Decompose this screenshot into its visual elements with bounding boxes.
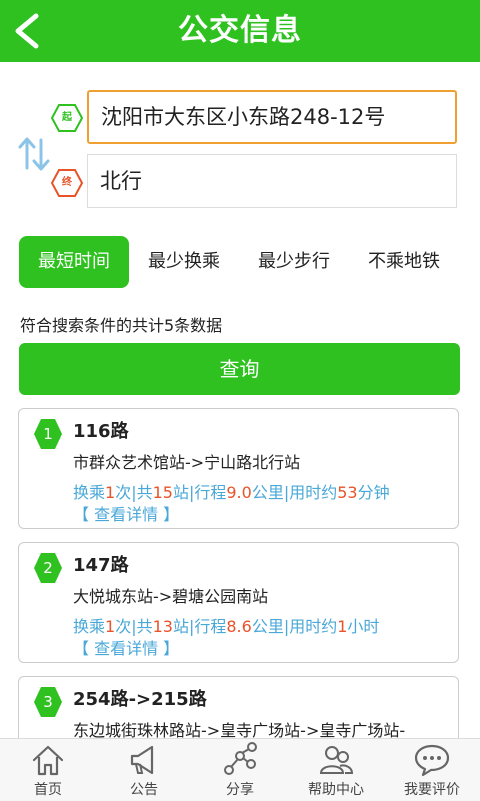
station-count: 13 — [152, 617, 173, 636]
route-name: 147路 — [73, 555, 129, 576]
option-least-walking[interactable]: 最少步行 — [239, 236, 349, 288]
end-location-input[interactable]: 北行 — [87, 154, 457, 208]
distance-label: 站|行程 — [172, 617, 227, 636]
result-index-badge: 2 — [33, 552, 63, 584]
home-icon — [32, 745, 64, 776]
tab-help-center[interactable]: 帮助中心 — [288, 739, 384, 801]
distance-value: 9.0 — [226, 483, 252, 502]
result-count: 符合搜索条件的共计5条数据 — [20, 316, 223, 335]
swap-button[interactable] — [16, 134, 52, 174]
transfer-label: 换乘 — [73, 483, 106, 502]
tab-share[interactable]: 分享 — [192, 739, 288, 801]
distance-label: 站|行程 — [172, 483, 227, 502]
result-item[interactable]: 1 116路 市群众艺术馆站->宁山路北行站 换乘1次|共15站|行程9.0公里… — [18, 408, 459, 529]
tab-label: 公告 — [130, 782, 158, 798]
time-unit: 分钟 — [357, 483, 390, 502]
station-count: 15 — [152, 483, 173, 502]
result-index-badge: 3 — [33, 686, 63, 718]
tab-label: 分享 — [226, 782, 254, 798]
time-unit: 小时 — [347, 617, 380, 636]
route-name: 116路 — [73, 421, 129, 442]
bottom-tab-bar: 首页 公告 分享 帮助中心 我要评价 — [0, 738, 480, 801]
tab-label: 帮助中心 — [308, 782, 364, 798]
view-details-link[interactable]: 【 查看详情 】 — [73, 635, 179, 659]
time-value: 53 — [337, 483, 358, 502]
result-index: 1 — [43, 425, 53, 443]
share-icon — [224, 742, 257, 775]
view-details-link[interactable]: 【 查看详情 】 — [73, 501, 179, 525]
route-summary: 换乘1次|共15站|行程9.0公里|用时约53分钟 — [73, 479, 390, 503]
option-fewest-transfers[interactable]: 最少换乘 — [129, 236, 239, 288]
tab-review[interactable]: 我要评价 — [384, 739, 480, 801]
route-summary: 换乘1次|共13站|行程8.6公里|用时约1小时 — [73, 613, 379, 637]
option-shortest-time[interactable]: 最短时间 — [19, 236, 129, 288]
transfer-count: 1 — [105, 617, 116, 636]
swap-icon — [18, 137, 50, 171]
transfer-count: 1 — [105, 483, 116, 502]
route-stops: 市群众艺术馆站->宁山路北行站 — [73, 453, 301, 472]
tab-home[interactable]: 首页 — [0, 739, 96, 801]
query-button[interactable]: 查询 — [19, 343, 460, 395]
distance-value: 8.6 — [226, 617, 252, 636]
stations-label: 次|共 — [115, 617, 153, 636]
megaphone-icon — [130, 745, 154, 775]
result-index-badge: 1 — [33, 418, 63, 450]
start-tag: 起 — [62, 112, 72, 123]
result-index: 2 — [43, 559, 53, 577]
help-center-icon — [319, 746, 354, 774]
page-title: 公交信息 — [178, 13, 302, 48]
tab-label: 我要评价 — [404, 782, 460, 798]
start-marker-icon: 起 — [51, 103, 83, 133]
result-index: 3 — [43, 693, 53, 711]
end-tag: 终 — [62, 177, 72, 188]
time-value: 1 — [337, 617, 348, 636]
tab-announcement[interactable]: 公告 — [96, 739, 192, 801]
stations-label: 次|共 — [115, 483, 153, 502]
time-label: 公里|用时约 — [251, 617, 338, 636]
route-stops: 大悦城东站->碧塘公园南站 — [73, 587, 269, 606]
option-no-subway[interactable]: 不乘地铁 — [349, 236, 459, 288]
app-header: 公交信息 — [0, 0, 480, 62]
transfer-label: 换乘 — [73, 617, 106, 636]
end-marker-icon: 终 — [51, 168, 83, 198]
comment-icon — [414, 744, 450, 777]
result-item[interactable]: 2 147路 大悦城东站->碧塘公园南站 换乘1次|共13站|行程8.6公里|用… — [18, 542, 459, 663]
start-location-input[interactable]: 沈阳市大东区小东路248-12号 — [87, 90, 457, 144]
time-label: 公里|用时约 — [251, 483, 338, 502]
route-name: 254路->215路 — [73, 689, 207, 710]
tab-label: 首页 — [34, 782, 62, 798]
